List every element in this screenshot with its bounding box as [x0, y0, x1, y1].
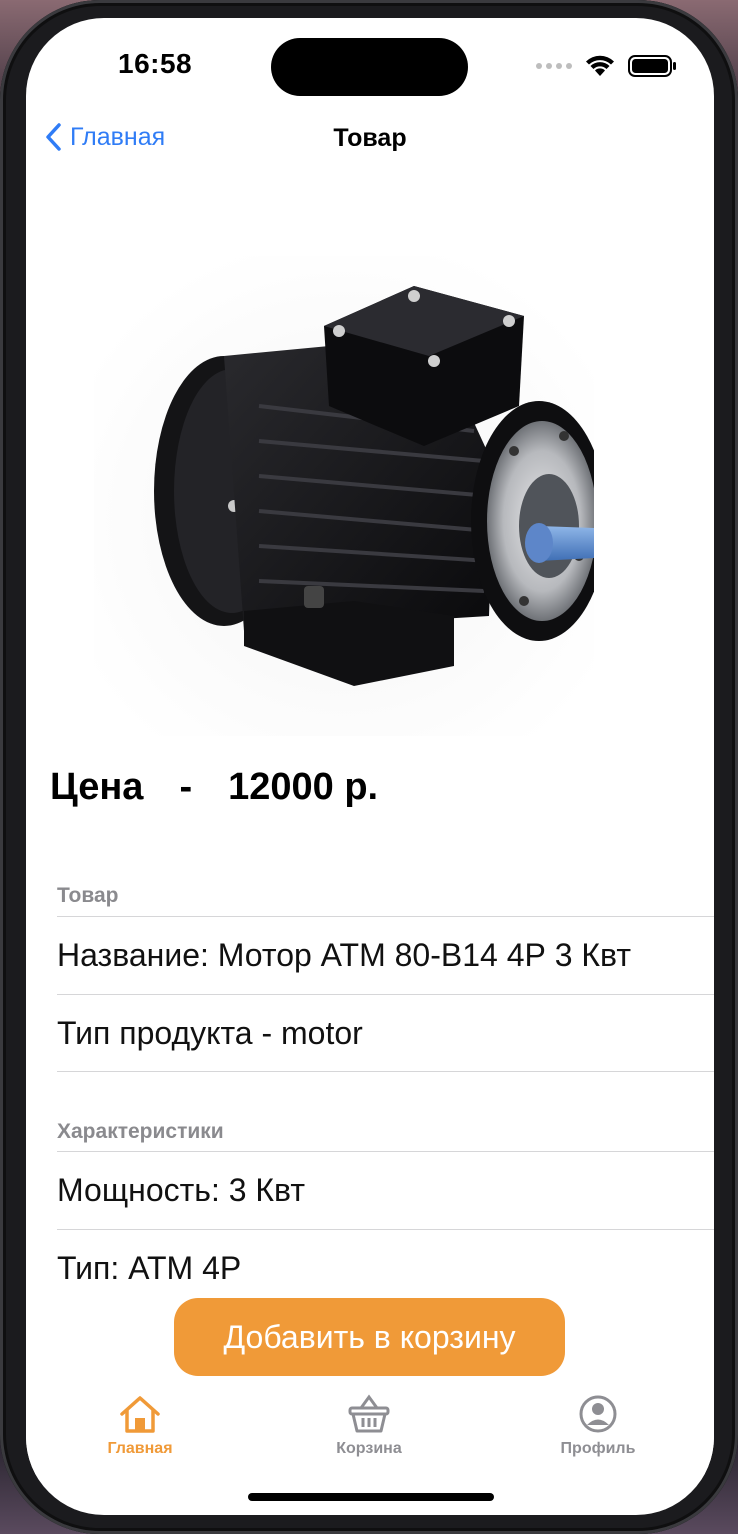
- tab-home-label: Главная: [107, 1440, 173, 1457]
- status-icons: [536, 54, 678, 78]
- power-value: Мощность: 3 Квт: [57, 1172, 305, 1208]
- section-header-product: Товар: [57, 884, 119, 907]
- price-separator: -: [179, 766, 193, 808]
- wifi-icon: [586, 55, 614, 76]
- phone-frame: 16:58 Главная Товар Цена - 12000 р. Това…: [0, 0, 738, 1534]
- tab-profile[interactable]: Профиль: [538, 1394, 658, 1458]
- home-indicator: [248, 1493, 494, 1501]
- power-row: Мощность: 3 Квт: [57, 1151, 714, 1229]
- tab-profile-label: Профиль: [560, 1440, 636, 1457]
- add-to-cart-button[interactable]: Добавить в корзину: [174, 1298, 565, 1376]
- house-icon: [120, 1396, 160, 1433]
- tab-cart[interactable]: Корзина: [309, 1394, 429, 1458]
- tab-cart-label: Корзина: [336, 1440, 402, 1457]
- type-value: Тип: АТМ 4Р: [57, 1250, 242, 1286]
- app-screen: 16:58 Главная Товар Цена - 12000 р. Това…: [26, 18, 714, 1515]
- product-name: Название: Мотор АТМ 80-В14 4Р 3 Квт: [57, 937, 631, 973]
- price-line: Цена - 12000 р.: [50, 766, 378, 809]
- price-label: Цена: [50, 766, 144, 808]
- product-type-row: Тип продукта - motor: [57, 994, 714, 1072]
- type-row: Тип: АТМ 4Р: [57, 1229, 714, 1307]
- section-header-specs: Характеристики: [57, 1120, 224, 1143]
- page-title: Товар: [333, 124, 407, 152]
- person-circle-icon: [579, 1395, 617, 1433]
- basket-icon: [348, 1394, 390, 1433]
- price-value: 12000 р.: [228, 766, 379, 808]
- cellular-signal-icon: [536, 63, 572, 69]
- product-image: [94, 256, 594, 736]
- tab-bar: Главная Корзина Профиль: [26, 1390, 714, 1480]
- tab-home[interactable]: Главная: [80, 1394, 200, 1458]
- product-type: Тип продукта - motor: [57, 1014, 363, 1051]
- dynamic-island: [271, 38, 468, 96]
- navigation-bar: Главная Товар: [26, 118, 714, 162]
- status-time: 16:58: [118, 48, 193, 79]
- battery-icon: [628, 55, 676, 77]
- product-name-row: Название: Мотор АТМ 80-В14 4Р 3 Квт: [57, 916, 714, 994]
